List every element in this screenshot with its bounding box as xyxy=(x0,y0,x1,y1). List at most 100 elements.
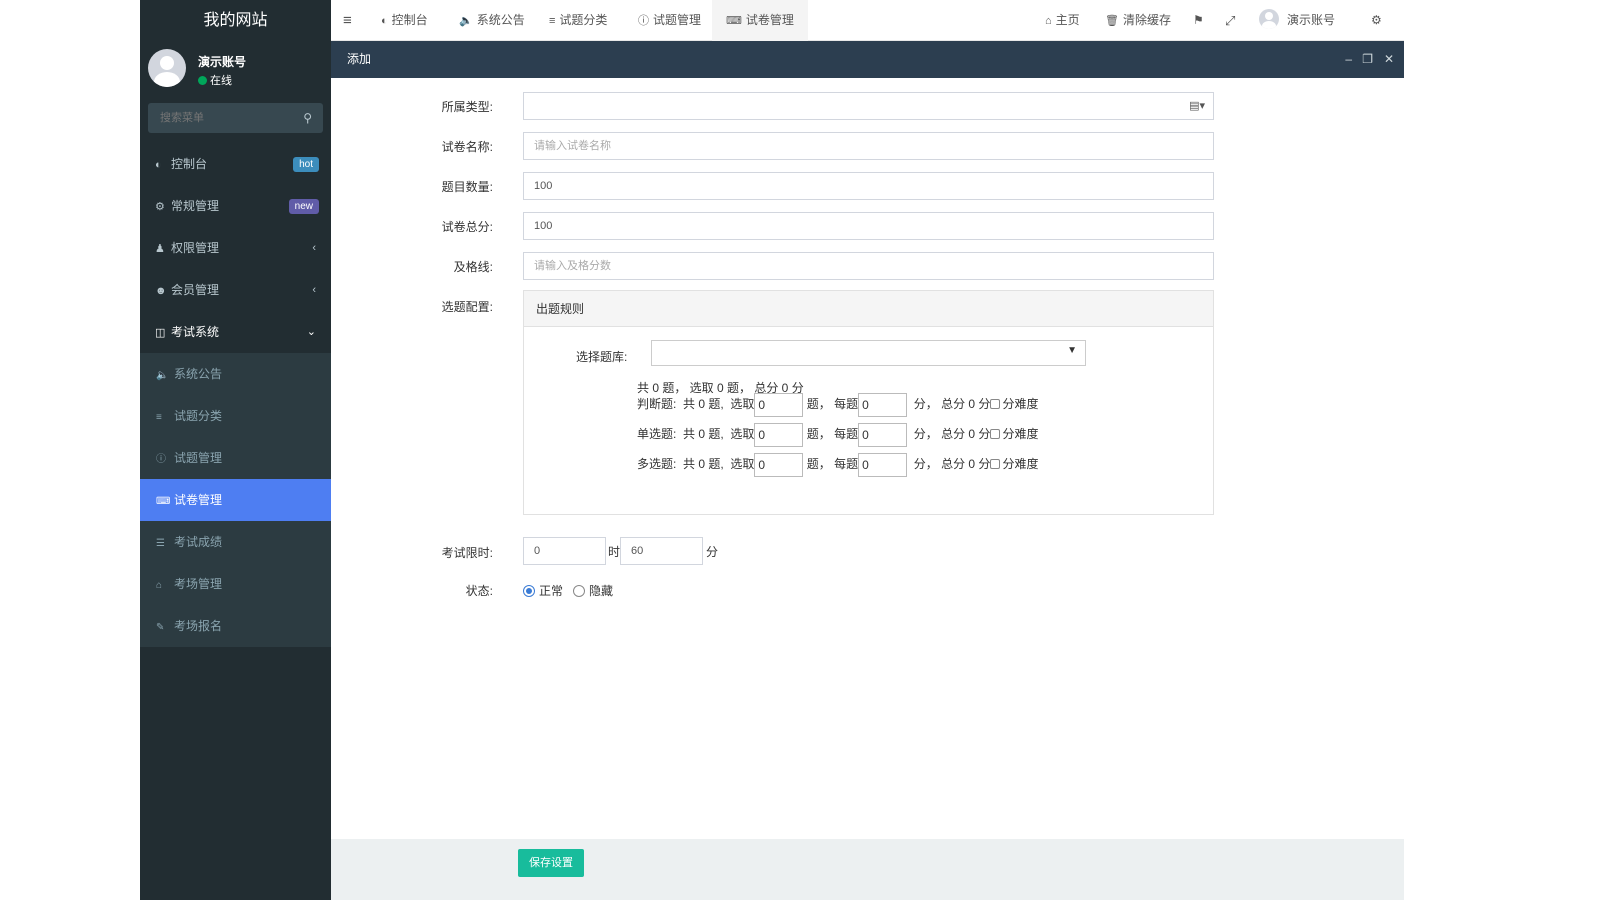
align-left-icon: ≡ xyxy=(156,412,162,423)
exam-submenu: 🔈 系统公告 ≡ 试题分类 ⓘ 试题管理 ⌨ 试卷管理 ☰ 考试成绩 ⌂ 考场管理 ✎ 考场报… xyxy=(140,353,331,647)
modal-title: 添加 xyxy=(347,52,372,66)
pencil-icon: ✎ xyxy=(156,622,165,633)
user-menu[interactable]: 演示账号 xyxy=(1259,0,1335,41)
sidebar-toggle-icon[interactable]: ≡ xyxy=(343,0,352,41)
type-select[interactable]: ▤▾ xyxy=(523,92,1214,120)
volume-icon: 🔈 xyxy=(459,15,473,27)
minimize-icon[interactable]: – xyxy=(1345,41,1352,78)
time-limit-label: 考试限时: xyxy=(441,546,493,560)
dashboard-icon: ◐ xyxy=(381,15,388,27)
user-avatar-small xyxy=(1259,9,1279,29)
save-button[interactable]: 保存设置 xyxy=(518,849,584,877)
rule-total: 共 0 题, xyxy=(683,427,724,442)
tab-question-categories[interactable]: ≡ 试题分类 xyxy=(549,0,607,41)
tab-label: 控制台 xyxy=(391,13,428,27)
rule-sum: 分， 总分 0 分 xyxy=(913,457,991,472)
clear-cache-button[interactable]: 🗑 清除缓存 xyxy=(1105,0,1171,41)
online-dot-icon xyxy=(198,76,207,85)
type-label: 所属类型: xyxy=(441,100,493,114)
list-icon: ☰ xyxy=(156,538,165,549)
hours-input[interactable]: 0 xyxy=(523,537,606,565)
question-icon: ⓘ xyxy=(638,15,649,27)
rule-type: 判断题: xyxy=(637,397,677,412)
rule-total: 共 0 题, xyxy=(683,397,724,412)
minutes-input[interactable]: 60 xyxy=(620,537,703,565)
sidebar-item-exam-system[interactable]: ◫ 考试系统 ⌄ xyxy=(140,311,331,353)
trash-icon: 🗑 xyxy=(1105,15,1119,27)
close-icon[interactable]: ✕ xyxy=(1384,41,1394,78)
rule-each-label: 题， 每题 xyxy=(806,427,859,442)
menu-search-input[interactable] xyxy=(148,103,323,133)
bank-select[interactable]: ▼ xyxy=(651,340,1086,366)
sidebar-subitem-exam-scores[interactable]: ☰ 考试成绩 xyxy=(140,521,331,563)
tab-question-management[interactable]: ⓘ 试题管理 xyxy=(638,0,701,41)
sidebar-item-dashboard[interactable]: ◐ 控制台 hot xyxy=(140,143,331,185)
rule-type: 多选题: xyxy=(637,457,677,472)
user-status-text: 在线 xyxy=(210,75,232,87)
keyboard-icon: ⌨ xyxy=(726,15,742,27)
sidebar-subitem-question-management[interactable]: ⓘ 试题管理 xyxy=(140,437,331,479)
status-hidden-option[interactable]: 隐藏 xyxy=(573,582,613,599)
bank-label: 选择题库: xyxy=(576,350,628,364)
group-icon: ♟ xyxy=(155,243,165,255)
rule-pick-label: 选取 xyxy=(730,457,755,472)
sidebar-item-label: 会员管理 xyxy=(171,283,220,297)
rule-each-label: 题， 每题 xyxy=(806,457,859,472)
language-icon[interactable]: ⚑ xyxy=(1193,0,1204,41)
pass-score-input[interactable]: 请输入及格分数 xyxy=(523,252,1214,280)
sidebar-item-general[interactable]: ⚙ 常规管理 new xyxy=(140,185,331,227)
status-normal-radio[interactable] xyxy=(523,585,535,597)
top-navbar: ≡ ◐ 控制台 🔈 系统公告 ≡ 试题分类 ⓘ 试题管理 ⌨ 试卷管理 ⌂ 主页 🗑 清除缓存… xyxy=(331,0,1404,41)
pick-count-input[interactable]: 0 xyxy=(754,453,804,477)
user-name: 演示账号 xyxy=(198,55,247,69)
home-link[interactable]: ⌂ 主页 xyxy=(1045,0,1080,41)
maximize-icon[interactable]: ❐ xyxy=(1362,41,1373,78)
tab-announcements[interactable]: 🔈 系统公告 xyxy=(459,0,525,41)
sidebar-item-members[interactable]: ☻ 会员管理 ‹ xyxy=(140,269,331,311)
status-normal-label: 正常 xyxy=(539,584,564,598)
question-count-input[interactable]: 100 xyxy=(523,172,1214,200)
tab-paper-management[interactable]: ⌨ 试卷管理 xyxy=(712,0,808,41)
modal-footer: 保存设置 xyxy=(331,839,1404,900)
modal-header: 添加 – ❐ ✕ xyxy=(331,41,1404,78)
sidebar-subitem-label: 试题管理 xyxy=(174,451,223,465)
score-per-question-input[interactable]: 0 xyxy=(858,453,908,477)
select-picker-icon: ▤▾ xyxy=(1189,100,1205,112)
name-label: 试卷名称: xyxy=(441,140,493,154)
total-score-input[interactable]: 100 xyxy=(523,212,1214,240)
user-avatar xyxy=(148,49,186,87)
pick-count-input[interactable]: 0 xyxy=(754,423,804,447)
fullscreen-icon[interactable]: ⤢ xyxy=(1225,0,1235,41)
sidebar-subitem-question-categories[interactable]: ≡ 试题分类 xyxy=(140,395,331,437)
status-normal-option[interactable]: 正常 xyxy=(523,582,563,599)
status-hidden-radio[interactable] xyxy=(573,585,585,597)
sidebar-item-label: 考试系统 xyxy=(171,325,220,339)
pick-count-input[interactable]: 0 xyxy=(754,393,804,417)
question-icon: ⓘ xyxy=(156,454,166,465)
minutes-unit: 分 xyxy=(706,545,719,559)
search-icon[interactable]: ⚲ xyxy=(303,111,312,125)
sidebar-subitem-exam-rooms[interactable]: ⌂ 考场管理 xyxy=(140,563,331,605)
total-label: 试卷总分: xyxy=(441,220,493,234)
tab-dashboard[interactable]: ◐ 控制台 xyxy=(381,0,428,41)
difficulty-label: 分难度 xyxy=(1002,457,1039,472)
hours-unit: 时 xyxy=(608,545,621,559)
app-frame: 我的网站 演示账号 在线 ⚲ ◐控制台 hot ⚙常规管理 new ♟权限管理 … xyxy=(140,0,1404,900)
status-label: 状态: xyxy=(465,584,493,598)
site-logo[interactable]: 我的网站 xyxy=(140,0,331,41)
score-per-question-input[interactable]: 0 xyxy=(858,423,908,447)
sidebar-subitem-announcements[interactable]: 🔈 系统公告 xyxy=(140,353,331,395)
paper-name-input[interactable]: 请输入试卷名称 xyxy=(523,132,1214,160)
rule-total: 共 0 题, xyxy=(683,457,724,472)
score-per-question-input[interactable]: 0 xyxy=(858,393,908,417)
difficulty-checkbox[interactable] xyxy=(990,459,1001,470)
difficulty-checkbox[interactable] xyxy=(990,399,1001,410)
sidebar-subitem-exam-registration[interactable]: ✎ 考场报名 xyxy=(140,605,331,647)
sidebar-item-auth[interactable]: ♟ 权限管理 ‹ xyxy=(140,227,331,269)
user-menu-name: 演示账号 xyxy=(1287,13,1336,27)
rule-row-single: 单选题: 共 0 题, 选取 0 题， 每题 0 分， 总分 0 分分难度 xyxy=(637,423,1038,447)
sidebar-subitem-paper-management[interactable]: ⌨ 试卷管理 xyxy=(140,479,331,521)
rule-pick-label: 选取 xyxy=(730,397,755,412)
settings-icon[interactable]: ⚙ xyxy=(1371,0,1382,41)
difficulty-checkbox[interactable] xyxy=(990,429,1001,440)
